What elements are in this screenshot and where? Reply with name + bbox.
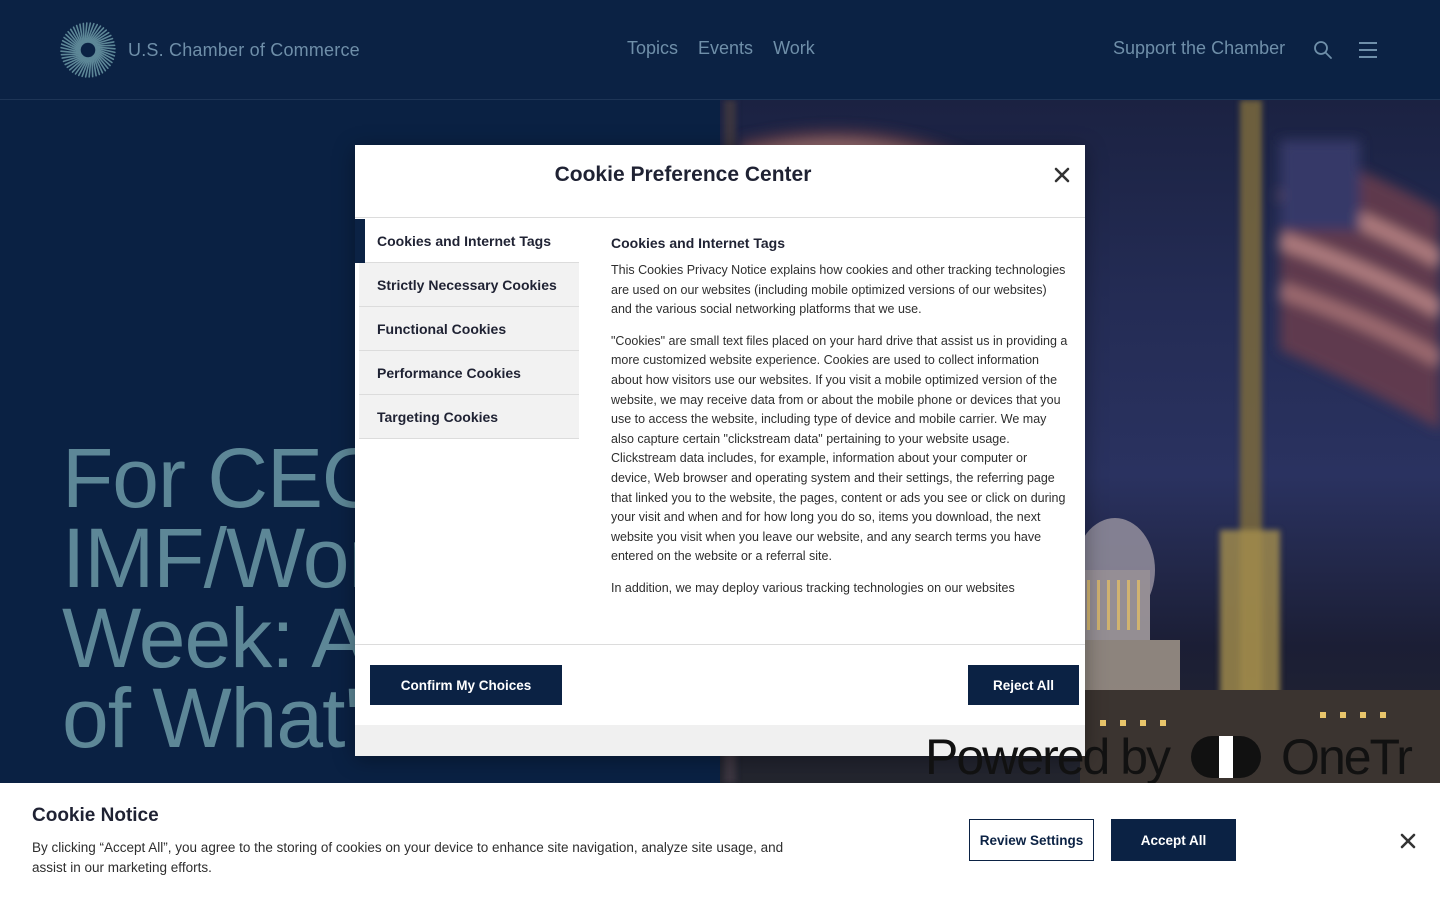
site-header: U.S. Chamber of Commerce Topics Events W…	[0, 0, 1440, 100]
brand-name: U.S. Chamber of Commerce	[128, 39, 360, 60]
confirm-my-choices-button[interactable]: Confirm My Choices	[370, 665, 562, 705]
cookie-preference-modal: Cookie Preference Center Cookies and Int…	[355, 145, 1085, 756]
content-paragraph: "Cookies" are small text files placed on…	[611, 333, 1068, 564]
review-settings-button[interactable]: Review Settings	[969, 819, 1094, 861]
modal-footer-actions: Confirm My Choices Reject All	[355, 645, 1085, 725]
tab-performance-cookies[interactable]: Performance Cookies	[355, 351, 579, 395]
tab-strictly-necessary-cookies[interactable]: Strictly Necessary Cookies	[355, 263, 579, 307]
modal-title: Cookie Preference Center	[554, 163, 812, 186]
tab-content-panel[interactable]: Cookies and Internet Tags This Cookies P…	[611, 235, 1069, 643]
close-icon[interactable]	[1050, 163, 1074, 187]
onetrust-wordmark: OneTr	[1281, 730, 1413, 785]
content-heading: Cookies and Internet Tags	[611, 235, 785, 251]
tab-functional-cookies[interactable]: Functional Cookies	[355, 307, 579, 351]
reject-all-button[interactable]: Reject All	[968, 665, 1079, 705]
close-icon[interactable]	[1399, 832, 1417, 850]
modal-header: Cookie Preference Center	[355, 145, 1085, 218]
nav-topics[interactable]: Topics	[627, 38, 678, 59]
accept-all-button[interactable]: Accept All	[1111, 819, 1236, 861]
cookie-notice-banner: Cookie Notice By clicking “Accept All”, …	[0, 783, 1440, 900]
cookie-notice-title: Cookie Notice	[32, 805, 159, 826]
content-paragraph: In addition, we may deploy various track…	[611, 580, 1015, 595]
content-paragraph: This Cookies Privacy Notice explains how…	[611, 263, 1066, 317]
powered-by-onetrust-logo[interactable]: Powered by OneTr	[925, 730, 1440, 785]
nav-events[interactable]: Events	[698, 38, 753, 59]
hamburger-menu-icon[interactable]	[1358, 41, 1378, 59]
brand-home-link[interactable]: U.S. Chamber of Commerce	[60, 22, 360, 78]
search-icon[interactable]	[1313, 40, 1333, 60]
cookie-category-tabs: Cookies and Internet Tags Strictly Neces…	[355, 219, 579, 439]
tab-cookies-and-internet-tags[interactable]: Cookies and Internet Tags	[355, 219, 579, 263]
support-the-chamber-link[interactable]: Support the Chamber	[1113, 38, 1285, 59]
cookie-notice-text: By clicking “Accept All”, you agree to t…	[32, 840, 784, 875]
chamber-logo-icon	[60, 22, 116, 78]
powered-by-text: Powered by	[925, 730, 1171, 785]
nav-work[interactable]: Work	[773, 38, 815, 59]
onetrust-logo-icon	[1191, 736, 1262, 778]
tab-targeting-cookies[interactable]: Targeting Cookies	[355, 395, 579, 439]
main-nav: Topics Events Work	[627, 38, 815, 59]
